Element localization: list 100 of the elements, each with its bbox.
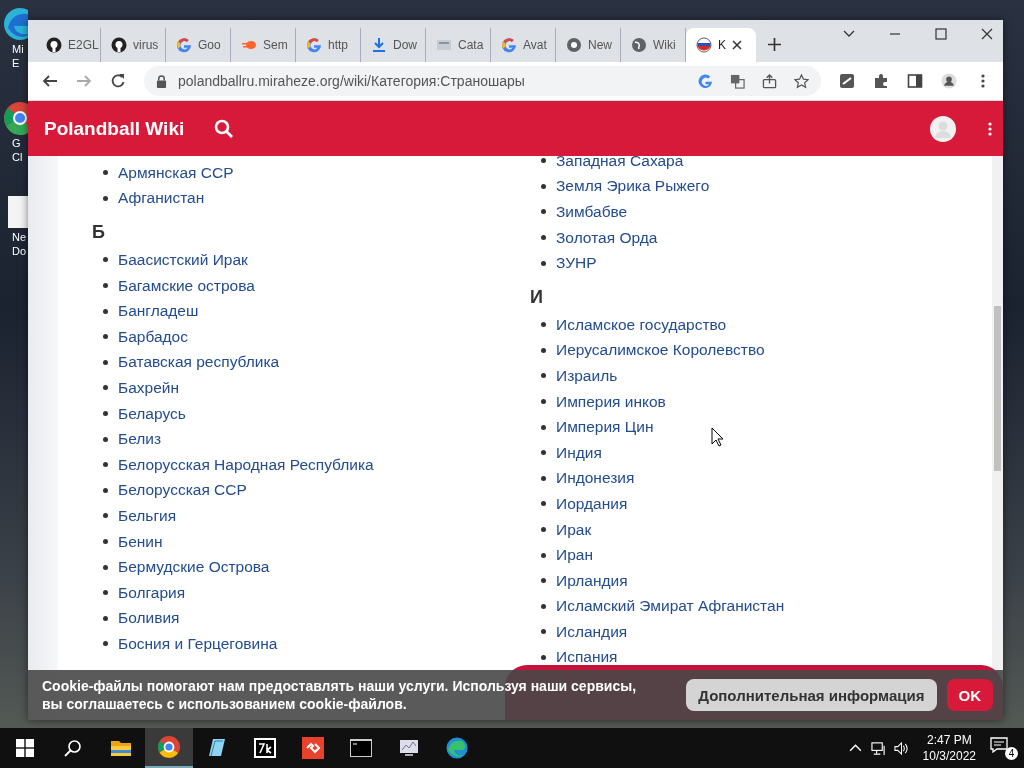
browser-tab[interactable]: K [686, 28, 756, 62]
clock-time[interactable]: 2:47 PM [926, 732, 972, 748]
extension-icon[interactable] [839, 73, 855, 89]
bullet-icon [103, 170, 108, 176]
category-link[interactable]: Бахрейн [118, 378, 179, 397]
category-link[interactable]: Исламский Эмират Афганистан [556, 597, 785, 616]
address-bar[interactable]: polandballru.miraheze.org/wiki/Категория:Страношары [144, 66, 821, 96]
bullet-icon [541, 158, 546, 164]
category-link[interactable]: Батавская республика [118, 353, 280, 372]
bullet-icon [541, 373, 546, 379]
google-icon[interactable] [698, 73, 713, 89]
avatar-icon[interactable] [930, 115, 956, 142]
bullet-icon [103, 564, 108, 570]
category-link[interactable]: Афганистан [118, 189, 205, 208]
back-icon[interactable] [42, 73, 58, 89]
star-icon[interactable] [794, 73, 809, 89]
category-link[interactable]: Зимбабве [556, 203, 628, 221]
taskbar-app-button[interactable] [145, 728, 193, 768]
desktop-icon-label[interactable]: Ne Do [12, 230, 28, 258]
category-link[interactable]: Исламское государство [556, 315, 727, 334]
bullet-icon [103, 436, 108, 442]
category-link[interactable]: Индонезия [556, 469, 635, 488]
category-link[interactable]: Ирландия [556, 571, 628, 590]
category-link[interactable]: Ирак [556, 520, 592, 539]
category-link[interactable]: Белорусская ССР [118, 481, 247, 500]
bullet-icon [103, 462, 108, 468]
kebab-menu-icon[interactable] [987, 120, 993, 137]
network-icon[interactable] [870, 740, 886, 756]
category-link[interactable]: Армянская ССР [118, 163, 234, 182]
category-link[interactable]: Белорусская Народная Республика [118, 455, 374, 474]
google-icon [176, 37, 192, 53]
volume-icon[interactable] [893, 740, 909, 756]
category-link[interactable]: Бангладеш [118, 302, 199, 321]
category-link[interactable]: Иерусалимское Королевство [556, 341, 765, 360]
puzzle-icon[interactable] [873, 73, 889, 89]
google-icon [306, 37, 322, 53]
more-info-button[interactable]: Дополнительная информация [686, 679, 937, 711]
desktop-icon-label[interactable]: G Cl [12, 136, 28, 164]
close-icon[interactable] [981, 28, 993, 40]
bullet-icon [103, 513, 108, 519]
bullet-icon [541, 235, 546, 241]
windows-start-icon[interactable] [16, 739, 34, 757]
category-link[interactable]: Израиль [556, 366, 618, 385]
category-link[interactable]: Иордания [556, 494, 628, 513]
google-icon [501, 37, 517, 53]
bullet-icon [541, 450, 546, 456]
bullet-icon [103, 195, 108, 201]
letter-heading: И [530, 285, 544, 308]
category-link[interactable]: Барбадос [118, 327, 188, 346]
profile-icon[interactable] [941, 73, 957, 89]
category-link[interactable]: Исландия [556, 622, 628, 641]
category-link[interactable]: Земля Эрика Рыжего [556, 177, 710, 196]
category-link[interactable]: Баасистский Ирак [118, 251, 248, 269]
remote-desktop-icon [301, 736, 325, 760]
letter-heading: Б [92, 221, 106, 244]
category-link[interactable]: Багамские острова [118, 276, 255, 295]
category-link[interactable]: Болгария [118, 583, 186, 602]
bullet-icon [103, 308, 108, 314]
desktop-icon-label[interactable]: Mi E [12, 42, 28, 70]
category-link[interactable]: Бельгия [118, 506, 177, 525]
category-link[interactable]: Бенин [118, 532, 163, 551]
category-link[interactable]: Золотая Орда [556, 228, 658, 247]
search-icon[interactable] [64, 739, 82, 757]
maximize-icon[interactable] [935, 28, 947, 40]
side-panel-icon[interactable] [907, 73, 923, 89]
cookie-notice-text: Cookie-файлы помогают нам предоставлять наши услуги. Используя наши сервисы, вы соглашаетесь с использованием cookie-файлов. [42, 677, 638, 713]
category-link[interactable]: Босния и Герцеговина [118, 634, 278, 653]
category-link[interactable]: Индия [556, 443, 602, 462]
bullet-icon [541, 527, 546, 532]
bullet-icon [103, 615, 108, 621]
bullet-icon [103, 641, 108, 647]
category-link[interactable]: Испания [556, 648, 618, 667]
category-link[interactable]: Империя инков [556, 392, 666, 411]
category-link[interactable]: ЗУНР [556, 254, 597, 273]
category-link[interactable]: Империя Цин [556, 418, 654, 437]
category-link[interactable]: Боливия [118, 609, 180, 628]
ok-button[interactable]: OK [946, 679, 993, 711]
ball-icon [696, 37, 712, 53]
bullet-icon [541, 399, 546, 405]
translate-icon[interactable] [730, 73, 745, 89]
bullet-icon [103, 359, 108, 365]
category-link[interactable]: Беларусь [118, 404, 186, 423]
bullet-icon [103, 257, 108, 263]
cursor-icon [711, 427, 723, 447]
category-link[interactable]: Бермудские Острова [118, 558, 270, 577]
bullet-icon [541, 603, 546, 609]
share-icon[interactable] [762, 73, 777, 89]
bullet-icon [541, 347, 546, 353]
bullet-icon [541, 424, 546, 430]
new-tab-icon[interactable] [768, 38, 781, 51]
bullet-icon [103, 539, 108, 544]
category-link[interactable]: Иран [556, 546, 593, 565]
site-title[interactable]: Polandball Wiki [44, 117, 185, 140]
terminal-icon [349, 736, 373, 760]
bullet-icon [103, 590, 108, 596]
scrollbar-thumb[interactable] [994, 306, 1001, 471]
reload-icon[interactable] [110, 73, 126, 89]
clock-date[interactable]: 10/3/2022 [922, 748, 976, 764]
category-link[interactable]: Белиз [118, 430, 162, 449]
close-icon[interactable] [732, 40, 742, 50]
